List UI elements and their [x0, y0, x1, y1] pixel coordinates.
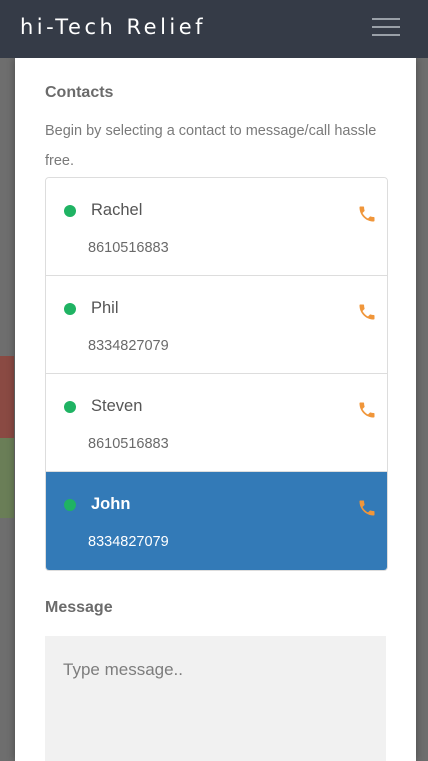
contact-name: John: [91, 495, 131, 513]
contact-name: Phil: [91, 299, 119, 317]
contact-item-john[interactable]: John 8334827079: [46, 472, 387, 570]
backdrop-panel: [0, 356, 14, 438]
contacts-heading: Contacts: [45, 84, 114, 101]
contact-phone: 8334827079: [88, 338, 169, 354]
online-status-icon: [64, 303, 76, 315]
menu-bar: [372, 18, 400, 20]
menu-bar: [372, 26, 400, 28]
contact-name: Steven: [91, 397, 143, 415]
message-heading: Message: [45, 599, 113, 616]
menu-bar: [372, 34, 400, 36]
contact-phone: 8610516883: [88, 240, 169, 256]
backdrop-panel: [0, 438, 14, 518]
contact-item-rachel[interactable]: Rachel 8610516883: [46, 178, 387, 276]
brand-title[interactable]: hi-Tech Relief: [20, 15, 206, 39]
hamburger-menu-icon[interactable]: [372, 18, 400, 38]
contact-phone: 8610516883: [88, 436, 169, 452]
message-input[interactable]: [45, 636, 386, 761]
top-navbar: hi-Tech Relief: [0, 0, 428, 58]
online-status-icon: [64, 401, 76, 413]
contact-name: Rachel: [91, 201, 143, 219]
phone-icon[interactable]: [357, 204, 377, 224]
online-status-icon: [64, 205, 76, 217]
contacts-description: Begin by selecting a contact to message/…: [45, 123, 377, 169]
contact-item-phil[interactable]: Phil 8334827079: [46, 276, 387, 374]
contacts-modal: Contacts Begin by selecting a contact to…: [15, 58, 416, 761]
contact-list: Rachel 8610516883 Phil 8334827079 Steven…: [45, 177, 388, 571]
online-status-icon: [64, 499, 76, 511]
contact-phone: 8334827079: [88, 534, 169, 550]
phone-icon[interactable]: [357, 302, 377, 322]
phone-icon[interactable]: [357, 400, 377, 420]
contact-item-steven[interactable]: Steven 8610516883: [46, 374, 387, 472]
phone-icon[interactable]: [357, 498, 377, 518]
